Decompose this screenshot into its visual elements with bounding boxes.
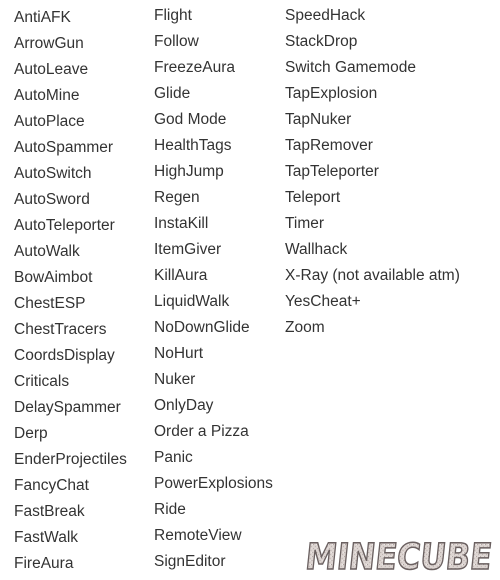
hack-list-item: FancyChat xyxy=(14,477,89,494)
hack-list-item: Switch Gamemode xyxy=(285,59,416,76)
hack-list-item: Order a Pizza xyxy=(154,423,249,440)
hack-list-item: Derp xyxy=(14,425,48,442)
hack-list-item: AutoLeave xyxy=(14,61,89,78)
hack-list-item: AutoSpammer xyxy=(14,139,114,156)
hack-list-item: LiquidWalk xyxy=(154,293,230,310)
hack-list-item: Criticals xyxy=(14,373,70,390)
hack-list-item: Follow xyxy=(154,33,199,50)
hack-list-item: AutoPlace xyxy=(14,113,85,130)
hack-list-item: ChestESP xyxy=(14,295,86,312)
hack-list-item: FreezeAura xyxy=(154,59,235,76)
hack-list-item: AutoSwitch xyxy=(14,165,92,182)
hack-list-item: FastWalk xyxy=(14,529,79,546)
hack-list-item: EnderProjectiles xyxy=(14,451,127,468)
hack-list-item: Nuker xyxy=(154,371,196,388)
hack-list-item: AutoSword xyxy=(14,191,90,208)
hack-list-item: AutoTeleporter xyxy=(14,217,115,234)
hack-list-item: DelaySpammer xyxy=(14,399,121,416)
minecube-logo: MINECUBE xyxy=(303,536,493,576)
hack-list-item: StackDrop xyxy=(285,33,358,50)
hack-list-item: HighJump xyxy=(154,163,224,180)
hack-list-item: RemoteView xyxy=(154,527,242,544)
hack-list-item: TapNuker xyxy=(285,111,352,128)
hack-list-item: Teleport xyxy=(285,189,341,206)
hack-list-item: NoHurt xyxy=(154,345,204,362)
hack-list-column-2: Flight Follow FreezeAura Glide God Mode Healt… xyxy=(154,3,273,575)
hack-list-item: AutoMine xyxy=(14,87,80,104)
hack-list-item: ArrowGun xyxy=(14,35,84,52)
hack-list-item: Glide xyxy=(154,85,191,102)
hack-list-item: Flight xyxy=(154,7,192,24)
hack-list-item: Regen xyxy=(154,189,200,206)
svg-text:MINECUBE: MINECUBE xyxy=(304,536,493,576)
hack-list-item: OnlyDay xyxy=(154,397,214,414)
hack-list-item: BowAimbot xyxy=(14,269,93,286)
hack-list-item: PowerExplosions xyxy=(154,475,273,492)
hack-list-item: Wallhack xyxy=(285,241,348,258)
hack-list-item: God Mode xyxy=(154,111,227,128)
hack-list-item: HealthTags xyxy=(154,137,232,154)
hack-list-item: KillAura xyxy=(154,267,208,284)
hack-list-item: Timer xyxy=(285,215,325,232)
hack-list-item: NoDownGlide xyxy=(154,319,250,336)
hack-list-item: FastBreak xyxy=(14,503,85,520)
hack-list-item: TapRemover xyxy=(285,137,373,154)
hack-list-item: X-Ray (not available atm) xyxy=(285,267,460,284)
hack-list-item: AutoWalk xyxy=(14,243,80,260)
hack-list-item: Panic xyxy=(154,449,193,466)
hack-list-item: Ride xyxy=(154,501,186,518)
hack-list-item: TapTeleporter xyxy=(285,163,379,180)
hack-list-item: Zoom xyxy=(285,319,325,336)
hack-list-item: YesCheat+ xyxy=(285,293,361,310)
hack-list-item: ItemGiver xyxy=(154,241,222,258)
hack-list-item: CoordsDisplay xyxy=(14,347,115,364)
hack-list-item: TapExplosion xyxy=(285,85,378,102)
hack-list-item: SignEditor xyxy=(154,553,226,570)
hack-list-column-3: SpeedHack StackDrop Switch Gamemode TapExpl… xyxy=(285,3,460,341)
hack-list-column-1: AntiAFK ArrowGun AutoLeave AutoMine AutoPlac… xyxy=(14,5,127,577)
hack-list-item: ChestTracers xyxy=(14,321,107,338)
hack-list-item: FireAura xyxy=(14,555,74,572)
hack-list-item: InstaKill xyxy=(154,215,209,232)
hack-list-item: AntiAFK xyxy=(14,9,71,26)
hack-list-item: SpeedHack xyxy=(285,7,366,24)
